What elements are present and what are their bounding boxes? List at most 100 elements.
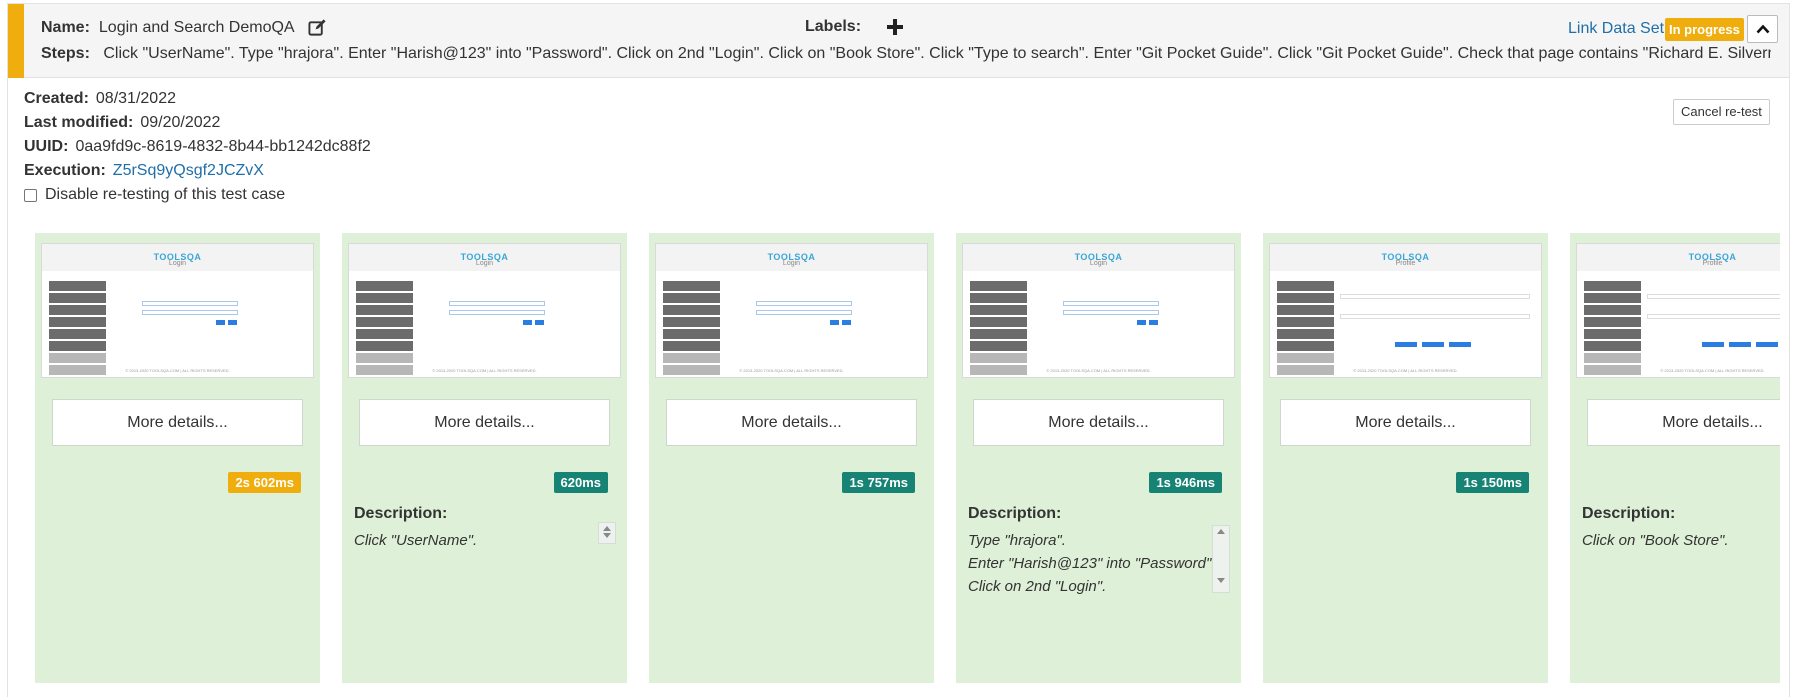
collapse-button[interactable] (1747, 15, 1778, 43)
test-case-name: Login and Search DemoQA (98, 18, 295, 36)
description-text: Click on "Book Store". (1582, 529, 1780, 552)
screenshot-username-field (142, 301, 238, 306)
screenshot-button (1756, 342, 1778, 347)
description-line: Click on 2nd "Login". (968, 578, 1107, 595)
screenshot-page-title: Profile (1702, 260, 1723, 267)
edit-icon[interactable] (308, 18, 327, 37)
screenshot-button (1702, 342, 1724, 347)
description-scrollbar[interactable] (1212, 525, 1230, 593)
last-modified-label: Last modified: (24, 114, 134, 131)
more-details-button[interactable]: More details... (52, 399, 303, 446)
step-screenshot[interactable]: TOOLSQA Login © 2013-2020 TOOLSQA.COM | AL… (41, 243, 314, 378)
step-screenshot[interactable]: TOOLSQA Login © 2013-2020 TOOLSQA.COM | AL… (348, 243, 621, 378)
screenshot-username-field (449, 301, 545, 306)
screenshot-new-user-button (228, 320, 237, 325)
screenshot-page-title: Login (782, 260, 801, 267)
step-screenshot[interactable]: TOOLSQA Login © 2013-2020 TOOLSQA.COM | AL… (655, 243, 928, 378)
screenshot-password-field (1063, 310, 1159, 315)
screenshot-button (1729, 342, 1751, 347)
screenshot-footer: © 2013-2020 TOOLSQA.COM | ALL RIGHTS RES… (739, 368, 844, 373)
screenshot-username-field (1063, 301, 1159, 306)
execution-link[interactable]: Z5rSq9yQsgf2JCZvX (113, 162, 264, 180)
screenshot-login-button (830, 320, 839, 325)
screenshot-footer: © 2013-2020 TOOLSQA.COM | ALL RIGHTS RES… (1353, 368, 1458, 373)
status-accent-bar (8, 4, 24, 78)
disable-retest-checkbox[interactable] (24, 188, 37, 202)
duration-badge: 620ms (553, 472, 608, 493)
step-screenshot[interactable]: TOOLSQA Login © 2013-2020 TOOLSQA.COM | AL… (962, 243, 1235, 378)
scroll-down-arrow-icon[interactable] (603, 533, 611, 538)
step-card: TOOLSQA Login © 2013-2020 TOOLSQA.COM | AL… (649, 233, 934, 683)
screenshot-footer: © 2013-2020 TOOLSQA.COM | ALL RIGHTS RES… (432, 368, 537, 373)
disable-retest-label: Disable re-testing of this test case (45, 186, 286, 203)
screenshot-page-title: Login (168, 260, 187, 267)
uuid-label: UUID: (24, 138, 69, 155)
description-text: Click "UserName". (354, 529, 616, 552)
description-line: Click on "Book Store". (1582, 532, 1729, 549)
labels-label: Labels: (805, 18, 862, 35)
screenshot-button (1422, 342, 1444, 347)
chevron-up-icon (1756, 24, 1769, 34)
step-card: TOOLSQA Profile © 2013-2020 TOOLSQA.COM | … (1570, 233, 1780, 683)
steps-text: Click "UserName". Type "hrajora". Enter … (103, 45, 1771, 62)
add-label-icon[interactable] (886, 18, 904, 36)
screenshot-sidebar (1277, 281, 1334, 377)
uuid-row: UUID: 0aa9fd9c-8619-4832-8b44-bb1242dc88… (24, 138, 371, 156)
disable-retest-row: Disable re-testing of this test case (24, 186, 285, 204)
screenshot-sidebar (356, 281, 413, 377)
link-data-set-link[interactable]: Link Data Set (1568, 20, 1664, 38)
screenshot-login-button (216, 320, 225, 325)
screenshot-new-user-button (842, 320, 851, 325)
created-row: Created: 08/31/2022 (24, 90, 176, 108)
more-details-button[interactable]: More details... (359, 399, 610, 446)
screenshot-sidebar (49, 281, 106, 377)
duration-badge: 2s 602ms (228, 472, 301, 493)
screenshot-footer: © 2013-2020 TOOLSQA.COM | ALL RIGHTS RES… (1660, 368, 1765, 373)
screenshot-login-button (1137, 320, 1146, 325)
name-row: Name: Login and Search DemoQA (41, 18, 327, 37)
more-details-button[interactable]: More details... (973, 399, 1224, 446)
test-case-panel: Name: Login and Search DemoQA Labels: St… (7, 3, 1790, 697)
more-details-button[interactable]: More details... (666, 399, 917, 446)
labels-section: Labels: (805, 18, 904, 36)
screenshot-button (1449, 342, 1471, 347)
screenshot-login-button (523, 320, 532, 325)
description-scrollbar[interactable] (598, 522, 616, 544)
description-line: Click "UserName". (354, 532, 478, 549)
description-line: Enter "Harish@123" into "Password". (968, 555, 1216, 572)
screenshot-new-user-button (1149, 320, 1158, 325)
name-label: Name: (41, 18, 90, 36)
screenshot-sidebar (970, 281, 1027, 377)
screenshot-footer: © 2013-2020 TOOLSQA.COM | ALL RIGHTS RES… (125, 368, 230, 373)
created-label: Created: (24, 90, 89, 107)
description-label: Description: (968, 505, 1062, 522)
duration-badge: 1s 757ms (842, 472, 915, 493)
more-details-button[interactable]: More details... (1587, 399, 1780, 446)
duration-badge: 1s 946ms (1149, 472, 1222, 493)
screenshot-button (1395, 342, 1417, 347)
screenshot-sidebar (1584, 281, 1641, 377)
execution-label: Execution: (24, 162, 106, 179)
more-details-button[interactable]: More details... (1280, 399, 1531, 446)
test-case-header: Name: Login and Search DemoQA Labels: St… (8, 4, 1789, 78)
last-modified-row: Last modified: 09/20/2022 (24, 114, 220, 132)
steps-row: Steps: Click "UserName". Type "hrajora".… (41, 45, 1771, 63)
screenshot-sidebar (663, 281, 720, 377)
step-screenshot[interactable]: TOOLSQA Profile © 2013-2020 TOOLSQA.COM | … (1576, 243, 1780, 378)
screenshot-table-row (1340, 294, 1530, 299)
screenshot-table-row (1647, 314, 1780, 319)
scroll-down-arrow-icon[interactable] (1217, 578, 1225, 583)
description-label: Description: (1582, 505, 1676, 522)
screenshot-new-user-button (535, 320, 544, 325)
steps-label: Steps: (41, 45, 90, 62)
duration-badge: 1s 150ms (1456, 472, 1529, 493)
screenshot-table-row (1340, 314, 1530, 319)
screenshot-password-field (756, 310, 852, 315)
screenshot-password-field (449, 310, 545, 315)
execution-row: Execution: Z5rSq9yQsgf2JCZvX (24, 162, 264, 180)
step-screenshot[interactable]: TOOLSQA Profile © 2013-2020 TOOLSQA.COM | … (1269, 243, 1542, 378)
status-badge: In progress (1665, 18, 1744, 41)
cancel-retest-button[interactable]: Cancel re-test (1673, 99, 1770, 125)
description-line: Type "hrajora". (968, 532, 1066, 549)
screenshot-table-row (1647, 294, 1780, 299)
